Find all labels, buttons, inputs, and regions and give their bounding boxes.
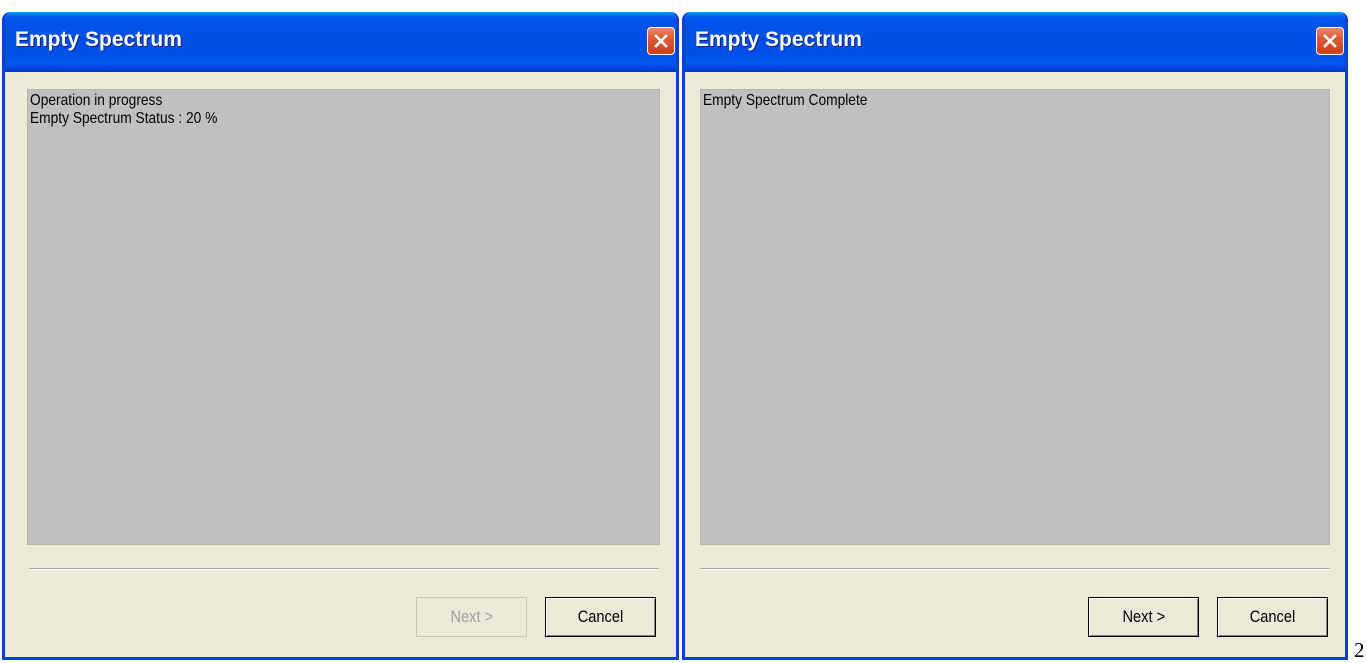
title-bar[interactable]: Empty Spectrum xyxy=(5,12,676,72)
status-text: Empty Spectrum Complete xyxy=(703,92,894,110)
cancel-button[interactable]: Cancel xyxy=(1217,597,1328,637)
status-text: Operation in progress Empty Spectrum Sta… xyxy=(30,92,248,128)
status-line-progress: Empty Spectrum Status : 20 % xyxy=(30,110,218,127)
next-button-label: Next > xyxy=(450,607,493,626)
page-number: 2 xyxy=(1354,638,1365,662)
status-line-complete: Empty Spectrum Complete xyxy=(703,92,868,109)
separator xyxy=(700,568,1330,570)
dialog-title: Empty Spectrum xyxy=(15,28,182,51)
status-panel: Operation in progress Empty Spectrum Sta… xyxy=(27,89,660,545)
cancel-button-label: Cancel xyxy=(1249,607,1296,626)
close-button[interactable] xyxy=(647,27,675,55)
close-icon xyxy=(1323,34,1337,48)
close-button[interactable] xyxy=(1316,27,1344,55)
separator xyxy=(29,568,659,570)
title-bar[interactable]: Empty Spectrum xyxy=(685,12,1345,72)
status-line-operation: Operation in progress xyxy=(30,92,163,109)
empty-spectrum-progress-dialog: Empty Spectrum Operation in progress Emp… xyxy=(2,12,679,660)
dialog-title: Empty Spectrum xyxy=(695,28,862,51)
cancel-button[interactable]: Cancel xyxy=(545,597,656,637)
empty-spectrum-complete-dialog: Empty Spectrum Empty Spectrum Complete N… xyxy=(682,12,1348,660)
next-button[interactable]: Next > xyxy=(416,597,527,637)
next-button[interactable]: Next > xyxy=(1088,597,1199,637)
status-panel: Empty Spectrum Complete xyxy=(700,89,1330,545)
close-icon xyxy=(654,34,668,48)
cancel-button-label: Cancel xyxy=(577,607,624,626)
next-button-label: Next > xyxy=(1122,607,1165,626)
